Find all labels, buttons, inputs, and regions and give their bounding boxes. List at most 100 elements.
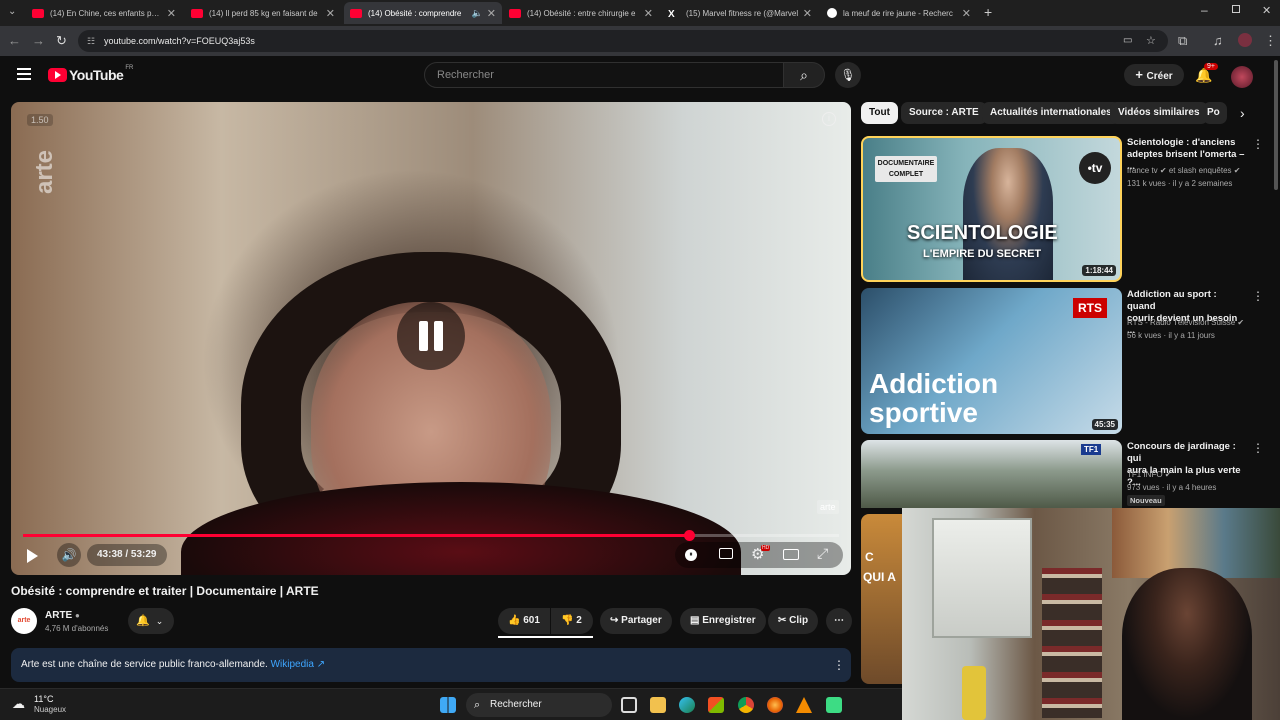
store-icon[interactable] (708, 697, 724, 713)
recommendation-menu-icon[interactable]: ⋮ (1252, 137, 1264, 151)
speaker-icon[interactable]: 🔈 (472, 8, 483, 19)
recommendation-thumbnail[interactable]: C QUI A (861, 514, 902, 684)
scissors-icon: ✂ (778, 615, 787, 626)
recommendation-title[interactable]: Addiction au sport : quand courir devient… (1127, 289, 1247, 337)
arte-corner-watermark: arte (817, 500, 839, 514)
wikipedia-link[interactable]: Wikipedia ↗ (271, 659, 326, 670)
reload-icon[interactable]: ↻ (56, 33, 67, 49)
url-field[interactable]: ☷ youtube.com/watch?v=FOEUQ3aj53s ▭ ☆ (78, 30, 1168, 52)
play-button[interactable] (27, 546, 38, 567)
browser-tab-active[interactable]: (14) Obésité : comprendre 🔈 ✕ (344, 2, 502, 24)
volume-button[interactable]: 🔊 (57, 543, 81, 567)
recommendation-title[interactable]: Concours de jardinage : qui aura la main … (1127, 441, 1247, 489)
chip-all[interactable]: Tout (861, 102, 898, 124)
close-tab-icon[interactable]: ✕ (803, 7, 812, 20)
description-menu-icon[interactable]: ⋮ (833, 648, 845, 682)
media-icon[interactable]: ♫ (1213, 33, 1223, 48)
youtube-favicon-icon (350, 8, 362, 18)
back-icon[interactable]: ← (8, 33, 21, 48)
profile-avatar[interactable] (1238, 33, 1252, 47)
subscriber-count: 4,76 M d'abonnés (45, 624, 109, 633)
center-pause-button[interactable] (397, 302, 465, 370)
extensions-icon[interactable]: ⧉ (1178, 33, 1187, 49)
video-duration: 1:18:44 (1082, 265, 1116, 276)
voice-search-button[interactable]: 🎙 (835, 62, 861, 88)
vlc-icon[interactable] (796, 697, 812, 713)
search-button[interactable]: ⌕ (783, 62, 825, 88)
minimize-icon[interactable]: – (1201, 3, 1208, 17)
recommendation-thumbnail[interactable]: RTS Addiction sportive 45:35 (861, 288, 1122, 434)
channel-avatar[interactable]: arte (11, 608, 37, 634)
scrubber-handle[interactable] (683, 530, 695, 541)
hamburger-menu-icon[interactable] (17, 68, 31, 80)
close-tab-icon[interactable]: ✕ (487, 7, 496, 20)
description-box[interactable]: Arte est une chaîne de service public fr… (11, 648, 851, 682)
recommendation-channel[interactable]: RTS - Radio Télévision Suisse ✔ (1127, 318, 1244, 327)
more-actions-button[interactable]: ⋯ (826, 608, 852, 634)
windows-start-icon[interactable] (440, 697, 456, 713)
info-icon[interactable]: i (822, 112, 836, 126)
notifications-button[interactable]: 🔔 9+ (1195, 63, 1218, 84)
close-tab-icon[interactable]: ✕ (644, 7, 653, 20)
video-player[interactable]: 1.50 arte i arte 🔊 43:38 / 53:29 ⏸ ⚙ HD … (11, 102, 851, 575)
dislike-button[interactable]: 👎 2 (551, 608, 593, 634)
thumb-person (963, 148, 1053, 280)
site-info-icon[interactable]: ☷ (87, 30, 95, 52)
browser-tab[interactable]: la meuf de rire jaune - Recherc ✕ (821, 2, 977, 24)
recommendation-menu-icon[interactable]: ⋮ (1252, 441, 1264, 455)
progress-bar[interactable] (23, 530, 839, 541)
forward-icon[interactable]: → (32, 33, 45, 48)
browser-tab[interactable]: (14) Obésité : entre chirurgie e ✕ (503, 2, 659, 24)
install-app-icon[interactable]: ▭ (1123, 30, 1132, 52)
subtitles-icon[interactable] (719, 548, 733, 559)
save-button[interactable]: ▤ Enregistrer (680, 608, 766, 634)
chrome-icon[interactable] (738, 697, 754, 713)
tab-list-chevron-icon[interactable]: ⌄ (8, 6, 16, 17)
chip-source-arte[interactable]: Source : ARTE (901, 102, 987, 124)
firefox-icon[interactable] (767, 697, 783, 713)
notification-count-badge: 9+ (1204, 63, 1218, 70)
close-tab-icon[interactable]: ✕ (962, 7, 971, 20)
plus-icon: + (1135, 67, 1147, 82)
edge-icon[interactable] (679, 697, 695, 713)
close-tab-icon[interactable]: ✕ (326, 7, 335, 20)
chip-similar-videos[interactable]: Vidéos similaires (1110, 102, 1208, 124)
share-button[interactable]: ↪ Partager (600, 608, 672, 634)
restore-icon[interactable] (1232, 5, 1240, 13)
app-icon[interactable] (826, 697, 842, 713)
close-window-icon[interactable]: ✕ (1262, 4, 1271, 17)
recommendation-thumbnail[interactable]: TF1 (861, 440, 1122, 508)
close-tab-icon[interactable]: ✕ (167, 7, 176, 20)
chip-international-news[interactable]: Actualités internationales (982, 102, 1120, 124)
task-view-icon[interactable] (621, 697, 637, 713)
chips-next-icon[interactable]: › (1240, 105, 1245, 121)
subscription-bell-button[interactable]: 🔔 ⌄ (128, 608, 174, 634)
browser-menu-icon[interactable]: ⋮ (1264, 33, 1277, 49)
chip-more[interactable]: Po (1203, 102, 1227, 124)
recommendation-channel[interactable]: france tv ✔ et slash enquêtes ✔ (1127, 166, 1240, 175)
fullscreen-icon[interactable]: ⤢ (817, 545, 828, 562)
search-input[interactable]: Rechercher (424, 62, 784, 88)
video-title: Obésité : comprendre et traiter | Docume… (11, 584, 319, 598)
browser-tab[interactable]: (14) Il perd 85 kg en faisant de ✕ (185, 2, 341, 24)
page-scrollbar[interactable] (1274, 60, 1278, 190)
file-explorer-icon[interactable] (650, 697, 666, 713)
channel-name[interactable]: ARTE ● (45, 610, 80, 621)
theater-mode-icon[interactable] (783, 549, 799, 560)
webcam-window (932, 518, 1032, 638)
bookmark-star-icon[interactable]: ☆ (1146, 30, 1156, 52)
account-avatar[interactable] (1231, 66, 1253, 88)
browser-tab[interactable]: X (15) Marvel fitness re (@Marvel ✕ (662, 2, 818, 24)
recommendation-thumbnail[interactable]: DOCUMENTAIRE COMPLET •tv SCIENTOLOGIE L'… (861, 136, 1122, 282)
autoplay-toggle[interactable]: ⏸ (685, 549, 697, 561)
recommendation-channel[interactable]: TF1 INFO ✔ (1127, 470, 1171, 479)
like-button[interactable]: 👍 601 (498, 608, 550, 634)
new-tab-icon[interactable]: + (984, 4, 992, 20)
recommendation-menu-icon[interactable]: ⋮ (1252, 289, 1264, 303)
taskbar-search[interactable]: ⌕ Rechercher (466, 693, 612, 717)
clip-button[interactable]: ✂ Clip (768, 608, 819, 634)
browser-tab[interactable]: (14) En Chine, ces enfants porte ✕ (26, 2, 182, 24)
create-button[interactable]: + Créer (1124, 64, 1184, 86)
arte-watermark: arte (31, 149, 58, 194)
youtube-logo[interactable]: YouTube FR (48, 65, 133, 83)
